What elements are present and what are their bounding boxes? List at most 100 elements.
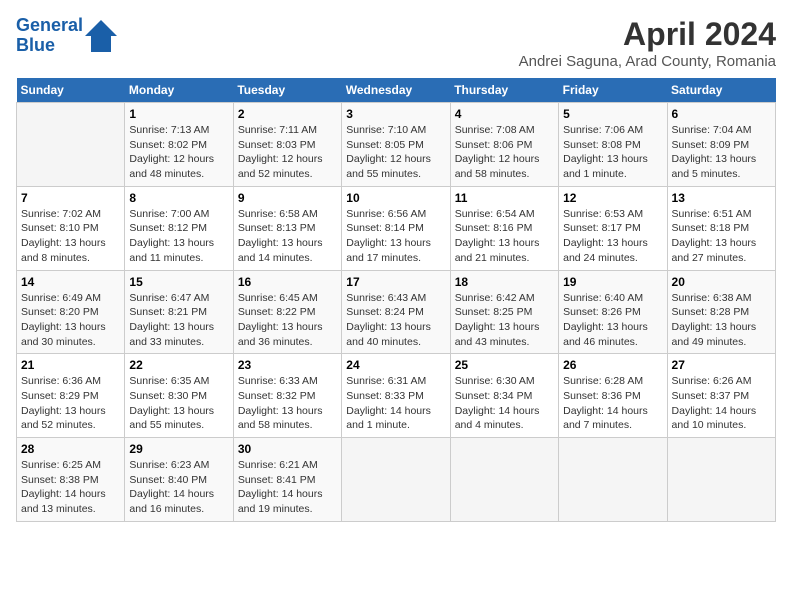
calendar-week-row: 7 Sunrise: 7:02 AM Sunset: 8:10 PM Daylig… xyxy=(17,186,776,270)
day-info: Sunrise: 6:36 AM Sunset: 8:29 PM Dayligh… xyxy=(21,374,120,433)
calendar-cell: 24 Sunrise: 6:31 AM Sunset: 8:33 PM Dayli… xyxy=(342,354,450,438)
day-info: Sunrise: 6:53 AM Sunset: 8:17 PM Dayligh… xyxy=(563,207,662,266)
day-number: 18 xyxy=(455,275,554,289)
day-info: Sunrise: 6:43 AM Sunset: 8:24 PM Dayligh… xyxy=(346,291,445,350)
day-number: 3 xyxy=(346,107,445,121)
day-info: Sunrise: 7:13 AM Sunset: 8:02 PM Dayligh… xyxy=(129,123,228,182)
weekday-header-cell: Tuesday xyxy=(233,78,341,103)
calendar-cell: 12 Sunrise: 6:53 AM Sunset: 8:17 PM Dayli… xyxy=(559,186,667,270)
day-info: Sunrise: 6:31 AM Sunset: 8:33 PM Dayligh… xyxy=(346,374,445,433)
day-number: 24 xyxy=(346,358,445,372)
weekday-header-cell: Friday xyxy=(559,78,667,103)
logo-icon xyxy=(83,18,119,54)
day-info: Sunrise: 6:26 AM Sunset: 8:37 PM Dayligh… xyxy=(672,374,771,433)
title-block: April 2024 Andrei Saguna, Arad County, R… xyxy=(519,16,776,70)
calendar-cell: 1 Sunrise: 7:13 AM Sunset: 8:02 PM Daylig… xyxy=(125,103,233,187)
day-number: 23 xyxy=(238,358,337,372)
day-info: Sunrise: 6:21 AM Sunset: 8:41 PM Dayligh… xyxy=(238,458,337,517)
day-number: 6 xyxy=(672,107,771,121)
calendar-cell: 14Sunrise: 6:49 AM Sunset: 8:20 PM Dayli… xyxy=(17,270,125,354)
day-info: Sunrise: 6:40 AM Sunset: 8:26 PM Dayligh… xyxy=(563,291,662,350)
calendar-week-row: 1 Sunrise: 7:13 AM Sunset: 8:02 PM Daylig… xyxy=(17,103,776,187)
calendar-cell: 11 Sunrise: 6:54 AM Sunset: 8:16 PM Dayli… xyxy=(450,186,558,270)
day-info: Sunrise: 6:35 AM Sunset: 8:30 PM Dayligh… xyxy=(129,374,228,433)
calendar-cell: 17 Sunrise: 6:43 AM Sunset: 8:24 PM Dayli… xyxy=(342,270,450,354)
calendar-cell xyxy=(559,438,667,522)
day-info: Sunrise: 6:25 AM Sunset: 8:38 PM Dayligh… xyxy=(21,458,120,517)
calendar-cell: 28 Sunrise: 6:25 AM Sunset: 8:38 PM Dayli… xyxy=(17,438,125,522)
calendar-cell: 9 Sunrise: 6:58 AM Sunset: 8:13 PM Daylig… xyxy=(233,186,341,270)
day-number: 10 xyxy=(346,191,445,205)
calendar-subtitle: Andrei Saguna, Arad County, Romania xyxy=(519,53,776,70)
calendar-week-row: 14Sunrise: 6:49 AM Sunset: 8:20 PM Dayli… xyxy=(17,270,776,354)
calendar-cell: 29 Sunrise: 6:23 AM Sunset: 8:40 PM Dayli… xyxy=(125,438,233,522)
day-number: 2 xyxy=(238,107,337,121)
calendar-cell: 15 Sunrise: 6:47 AM Sunset: 8:21 PM Dayli… xyxy=(125,270,233,354)
calendar-body: 1 Sunrise: 7:13 AM Sunset: 8:02 PM Daylig… xyxy=(17,103,776,522)
calendar-cell: 5Sunrise: 7:06 AM Sunset: 8:08 PM Daylig… xyxy=(559,103,667,187)
calendar-cell: 23 Sunrise: 6:33 AM Sunset: 8:32 PM Dayli… xyxy=(233,354,341,438)
calendar-cell: 22 Sunrise: 6:35 AM Sunset: 8:30 PM Dayli… xyxy=(125,354,233,438)
day-info: Sunrise: 6:28 AM Sunset: 8:36 PM Dayligh… xyxy=(563,374,662,433)
day-number: 9 xyxy=(238,191,337,205)
day-info: Sunrise: 7:04 AM Sunset: 8:09 PM Dayligh… xyxy=(672,123,771,182)
day-number: 8 xyxy=(129,191,228,205)
day-info: Sunrise: 6:56 AM Sunset: 8:14 PM Dayligh… xyxy=(346,207,445,266)
calendar-cell xyxy=(342,438,450,522)
day-info: Sunrise: 6:47 AM Sunset: 8:21 PM Dayligh… xyxy=(129,291,228,350)
calendar-week-row: 21Sunrise: 6:36 AM Sunset: 8:29 PM Dayli… xyxy=(17,354,776,438)
day-number: 16 xyxy=(238,275,337,289)
calendar-cell xyxy=(450,438,558,522)
day-info: Sunrise: 7:11 AM Sunset: 8:03 PM Dayligh… xyxy=(238,123,337,182)
weekday-header-cell: Sunday xyxy=(17,78,125,103)
calendar-cell: 21Sunrise: 6:36 AM Sunset: 8:29 PM Dayli… xyxy=(17,354,125,438)
weekday-header-cell: Wednesday xyxy=(342,78,450,103)
day-number: 17 xyxy=(346,275,445,289)
day-number: 22 xyxy=(129,358,228,372)
calendar-cell: 19 Sunrise: 6:40 AM Sunset: 8:26 PM Dayli… xyxy=(559,270,667,354)
day-info: Sunrise: 6:54 AM Sunset: 8:16 PM Dayligh… xyxy=(455,207,554,266)
calendar-cell xyxy=(667,438,775,522)
calendar-cell: 8 Sunrise: 7:00 AM Sunset: 8:12 PM Daylig… xyxy=(125,186,233,270)
calendar-cell: 18 Sunrise: 6:42 AM Sunset: 8:25 PM Dayli… xyxy=(450,270,558,354)
day-info: Sunrise: 6:33 AM Sunset: 8:32 PM Dayligh… xyxy=(238,374,337,433)
day-info: Sunrise: 6:49 AM Sunset: 8:20 PM Dayligh… xyxy=(21,291,120,350)
day-number: 5 xyxy=(563,107,662,121)
calendar-week-row: 28 Sunrise: 6:25 AM Sunset: 8:38 PM Dayli… xyxy=(17,438,776,522)
calendar-cell: 10 Sunrise: 6:56 AM Sunset: 8:14 PM Dayli… xyxy=(342,186,450,270)
day-info: Sunrise: 6:45 AM Sunset: 8:22 PM Dayligh… xyxy=(238,291,337,350)
day-number: 12 xyxy=(563,191,662,205)
day-info: Sunrise: 6:23 AM Sunset: 8:40 PM Dayligh… xyxy=(129,458,228,517)
day-info: Sunrise: 7:10 AM Sunset: 8:05 PM Dayligh… xyxy=(346,123,445,182)
calendar-cell: 6 Sunrise: 7:04 AM Sunset: 8:09 PM Daylig… xyxy=(667,103,775,187)
day-number: 27 xyxy=(672,358,771,372)
calendar-cell: 26 Sunrise: 6:28 AM Sunset: 8:36 PM Dayli… xyxy=(559,354,667,438)
calendar-cell: 13Sunrise: 6:51 AM Sunset: 8:18 PM Dayli… xyxy=(667,186,775,270)
calendar-cell: 4 Sunrise: 7:08 AM Sunset: 8:06 PM Daylig… xyxy=(450,103,558,187)
day-number: 7 xyxy=(21,191,120,205)
day-number: 20 xyxy=(672,275,771,289)
logo-text: GeneralBlue xyxy=(16,16,83,56)
day-number: 1 xyxy=(129,107,228,121)
weekday-header-row: SundayMondayTuesdayWednesdayThursdayFrid… xyxy=(17,78,776,103)
day-info: Sunrise: 6:42 AM Sunset: 8:25 PM Dayligh… xyxy=(455,291,554,350)
calendar-cell: 3 Sunrise: 7:10 AM Sunset: 8:05 PM Daylig… xyxy=(342,103,450,187)
day-number: 28 xyxy=(21,442,120,456)
page-header: GeneralBlue April 2024 Andrei Saguna, Ar… xyxy=(16,16,776,70)
day-number: 30 xyxy=(238,442,337,456)
day-number: 25 xyxy=(455,358,554,372)
day-info: Sunrise: 6:58 AM Sunset: 8:13 PM Dayligh… xyxy=(238,207,337,266)
calendar-cell: 25Sunrise: 6:30 AM Sunset: 8:34 PM Dayli… xyxy=(450,354,558,438)
calendar-cell xyxy=(17,103,125,187)
day-info: Sunrise: 7:00 AM Sunset: 8:12 PM Dayligh… xyxy=(129,207,228,266)
day-number: 15 xyxy=(129,275,228,289)
calendar-cell: 7 Sunrise: 7:02 AM Sunset: 8:10 PM Daylig… xyxy=(17,186,125,270)
day-number: 26 xyxy=(563,358,662,372)
day-info: Sunrise: 7:02 AM Sunset: 8:10 PM Dayligh… xyxy=(21,207,120,266)
day-number: 4 xyxy=(455,107,554,121)
day-number: 11 xyxy=(455,191,554,205)
day-info: Sunrise: 7:08 AM Sunset: 8:06 PM Dayligh… xyxy=(455,123,554,182)
day-number: 29 xyxy=(129,442,228,456)
day-number: 19 xyxy=(563,275,662,289)
day-info: Sunrise: 6:38 AM Sunset: 8:28 PM Dayligh… xyxy=(672,291,771,350)
